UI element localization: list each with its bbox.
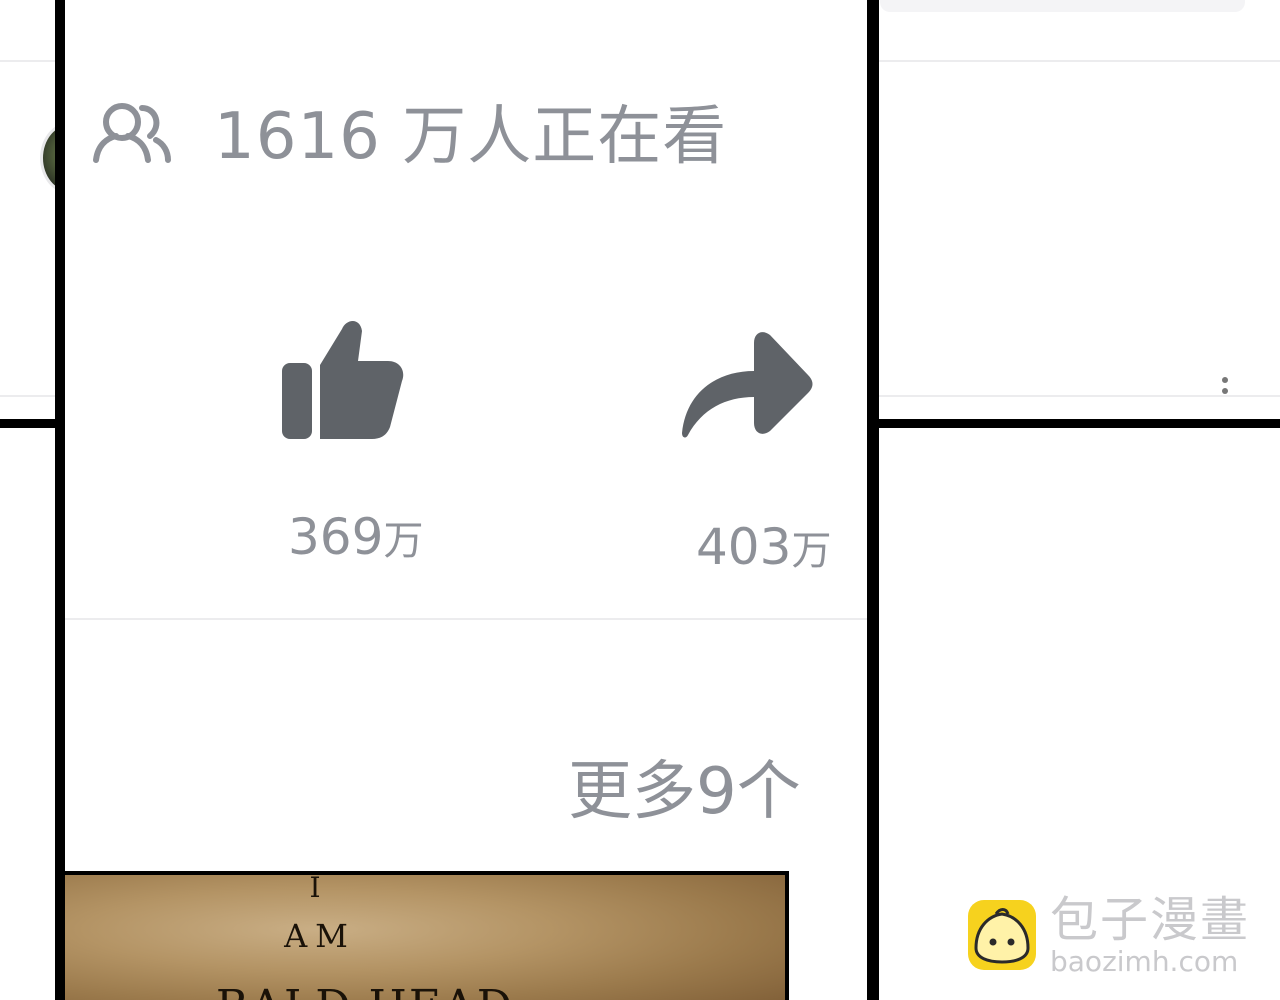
thumbnail-text-line: BALD HEAD bbox=[205, 981, 525, 1000]
watermark: 包子漫畫 baozimh.com bbox=[966, 893, 1250, 977]
share-button[interactable]: 403万 bbox=[676, 325, 856, 576]
people-icon bbox=[93, 103, 171, 163]
share-count-unit: 万 bbox=[791, 528, 832, 574]
section-divider bbox=[65, 618, 867, 620]
viewers-count: 1616 bbox=[214, 100, 381, 174]
comic-thumbnail[interactable]: I AM BALD HEAD bbox=[65, 871, 789, 1000]
like-count-number: 369 bbox=[288, 508, 384, 566]
background-search-bar bbox=[880, 0, 1245, 12]
more-options-icon[interactable] bbox=[1220, 377, 1230, 397]
like-count-unit: 万 bbox=[383, 518, 424, 564]
watermark-url: baozimh.com bbox=[1050, 945, 1239, 978]
like-count: 369万 bbox=[288, 508, 423, 566]
like-button[interactable]: 369万 bbox=[272, 315, 442, 566]
more-comments-link[interactable]: 更多9个 bbox=[568, 740, 801, 832]
thumbnail-text-line: I bbox=[309, 871, 321, 904]
watermark-name: 包子漫畫 bbox=[1050, 892, 1251, 948]
share-count-number: 403 bbox=[696, 518, 792, 576]
share-arrow-icon bbox=[682, 332, 813, 438]
thumbnail-text-line: AM bbox=[284, 917, 356, 955]
baozi-logo-icon bbox=[968, 900, 1036, 970]
share-count: 403万 bbox=[696, 518, 831, 576]
viewers-count-text: 1616 万人正在看 bbox=[214, 85, 727, 177]
viewers-row: 1616 万人正在看 bbox=[90, 85, 727, 177]
thumbs-up-icon bbox=[282, 321, 404, 439]
viewers-label: 万人正在看 bbox=[402, 100, 728, 174]
